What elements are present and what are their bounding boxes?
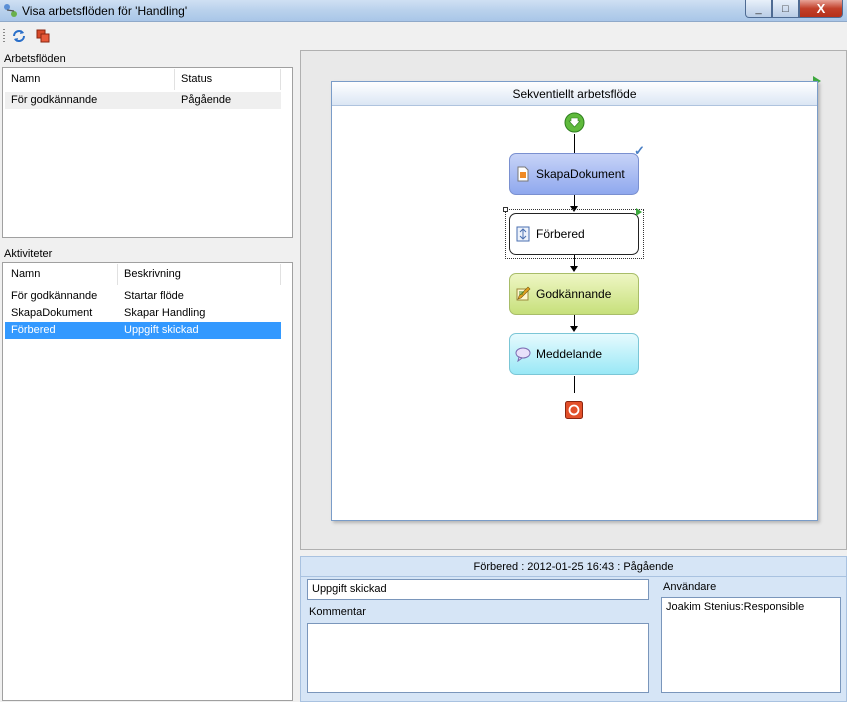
workflows-label: Arbetsflöden: [4, 53, 66, 65]
sequence-title: Sekventiellt arbetsflöde: [332, 82, 817, 106]
activity-name: SkapaDokument: [11, 307, 93, 319]
users-list[interactable]: Joakim Stenius:Responsible: [661, 597, 841, 693]
activity-row-selected[interactable]: Förbered Uppgift skickad: [5, 322, 281, 339]
workflows-list-header: Namn Status: [5, 69, 290, 90]
task-icon: [516, 226, 530, 242]
connector-line: [574, 376, 575, 393]
comment-field[interactable]: [307, 623, 649, 693]
task-field[interactable]: Uppgift skickad: [307, 579, 649, 600]
completed-check-icon: ✓: [634, 143, 645, 158]
column-header-name[interactable]: Namn: [5, 264, 118, 285]
activity-row[interactable]: För godkännande Startar flöde: [5, 288, 281, 305]
title-bar: Visa arbetsflöden för 'Handling' _ □ X: [0, 0, 847, 22]
selection-handle[interactable]: [503, 207, 508, 212]
end-icon: [565, 401, 583, 419]
activities-list[interactable]: Namn Beskrivning För godkännande Startar…: [2, 262, 293, 701]
refresh-button[interactable]: [10, 27, 28, 45]
message-icon: [515, 347, 531, 362]
column-header-name[interactable]: Namn: [5, 69, 175, 90]
activity-row[interactable]: SkapaDokument Skapar Handling: [5, 305, 281, 322]
close-button[interactable]: X: [799, 0, 843, 18]
activity-meddelande[interactable]: Meddelande: [509, 333, 639, 375]
activities-label: Aktiviteter: [4, 248, 53, 260]
column-header-description[interactable]: Beskrivning: [118, 264, 281, 285]
activities-list-header: Namn Beskrivning: [5, 264, 290, 285]
minimize-button[interactable]: _: [745, 0, 772, 18]
users-label: Användare: [663, 581, 717, 593]
divider: [301, 576, 846, 577]
activity-description: Uppgift skickad: [124, 324, 199, 336]
activity-label: Meddelande: [536, 347, 603, 361]
refresh-icon: [13, 30, 25, 42]
comment-label: Kommentar: [309, 606, 366, 618]
document-icon: [517, 166, 529, 182]
column-header-status[interactable]: Status: [175, 69, 281, 90]
maximize-button[interactable]: □: [772, 0, 799, 18]
workflow-app-icon: [4, 4, 17, 17]
activity-description: Startar flöde: [124, 290, 184, 302]
connector-arrow: [570, 266, 578, 272]
workflow-status: Pågående: [181, 94, 232, 106]
workflow-row[interactable]: För godkännande Pågående: [5, 92, 281, 109]
activity-godkannande[interactable]: Godkännande: [509, 273, 639, 315]
connector-arrow: [570, 326, 578, 332]
activity-name: För godkännande: [11, 290, 98, 302]
connector-line: [574, 134, 575, 153]
activity-label: Godkännande: [536, 287, 612, 301]
window-title: Visa arbetsflöden för 'Handling': [22, 4, 188, 18]
window-controls: _ □ X: [745, 0, 843, 19]
active-step-icon: [636, 208, 642, 216]
activity-label: Förbered: [536, 227, 585, 241]
activity-forbered[interactable]: Förbered: [509, 213, 639, 255]
stop-workflow-button[interactable]: [34, 27, 52, 45]
activity-description: Skapar Handling: [124, 307, 206, 319]
activity-skapadokument[interactable]: SkapaDokument: [509, 153, 639, 195]
approval-icon: [516, 286, 531, 301]
activity-name: Förbered: [11, 324, 56, 336]
toolbar-grip: [3, 29, 5, 43]
toolbar: [0, 23, 847, 49]
stop-icon: [36, 29, 50, 43]
start-icon: [564, 112, 585, 133]
workflows-list[interactable]: Namn Status För godkännande Pågående: [2, 67, 293, 238]
workflow-name: För godkännande: [11, 94, 98, 106]
activity-label: SkapaDokument: [536, 167, 625, 181]
detail-header: Förbered : 2012-01-25 16:43 : Pågående: [473, 561, 674, 573]
